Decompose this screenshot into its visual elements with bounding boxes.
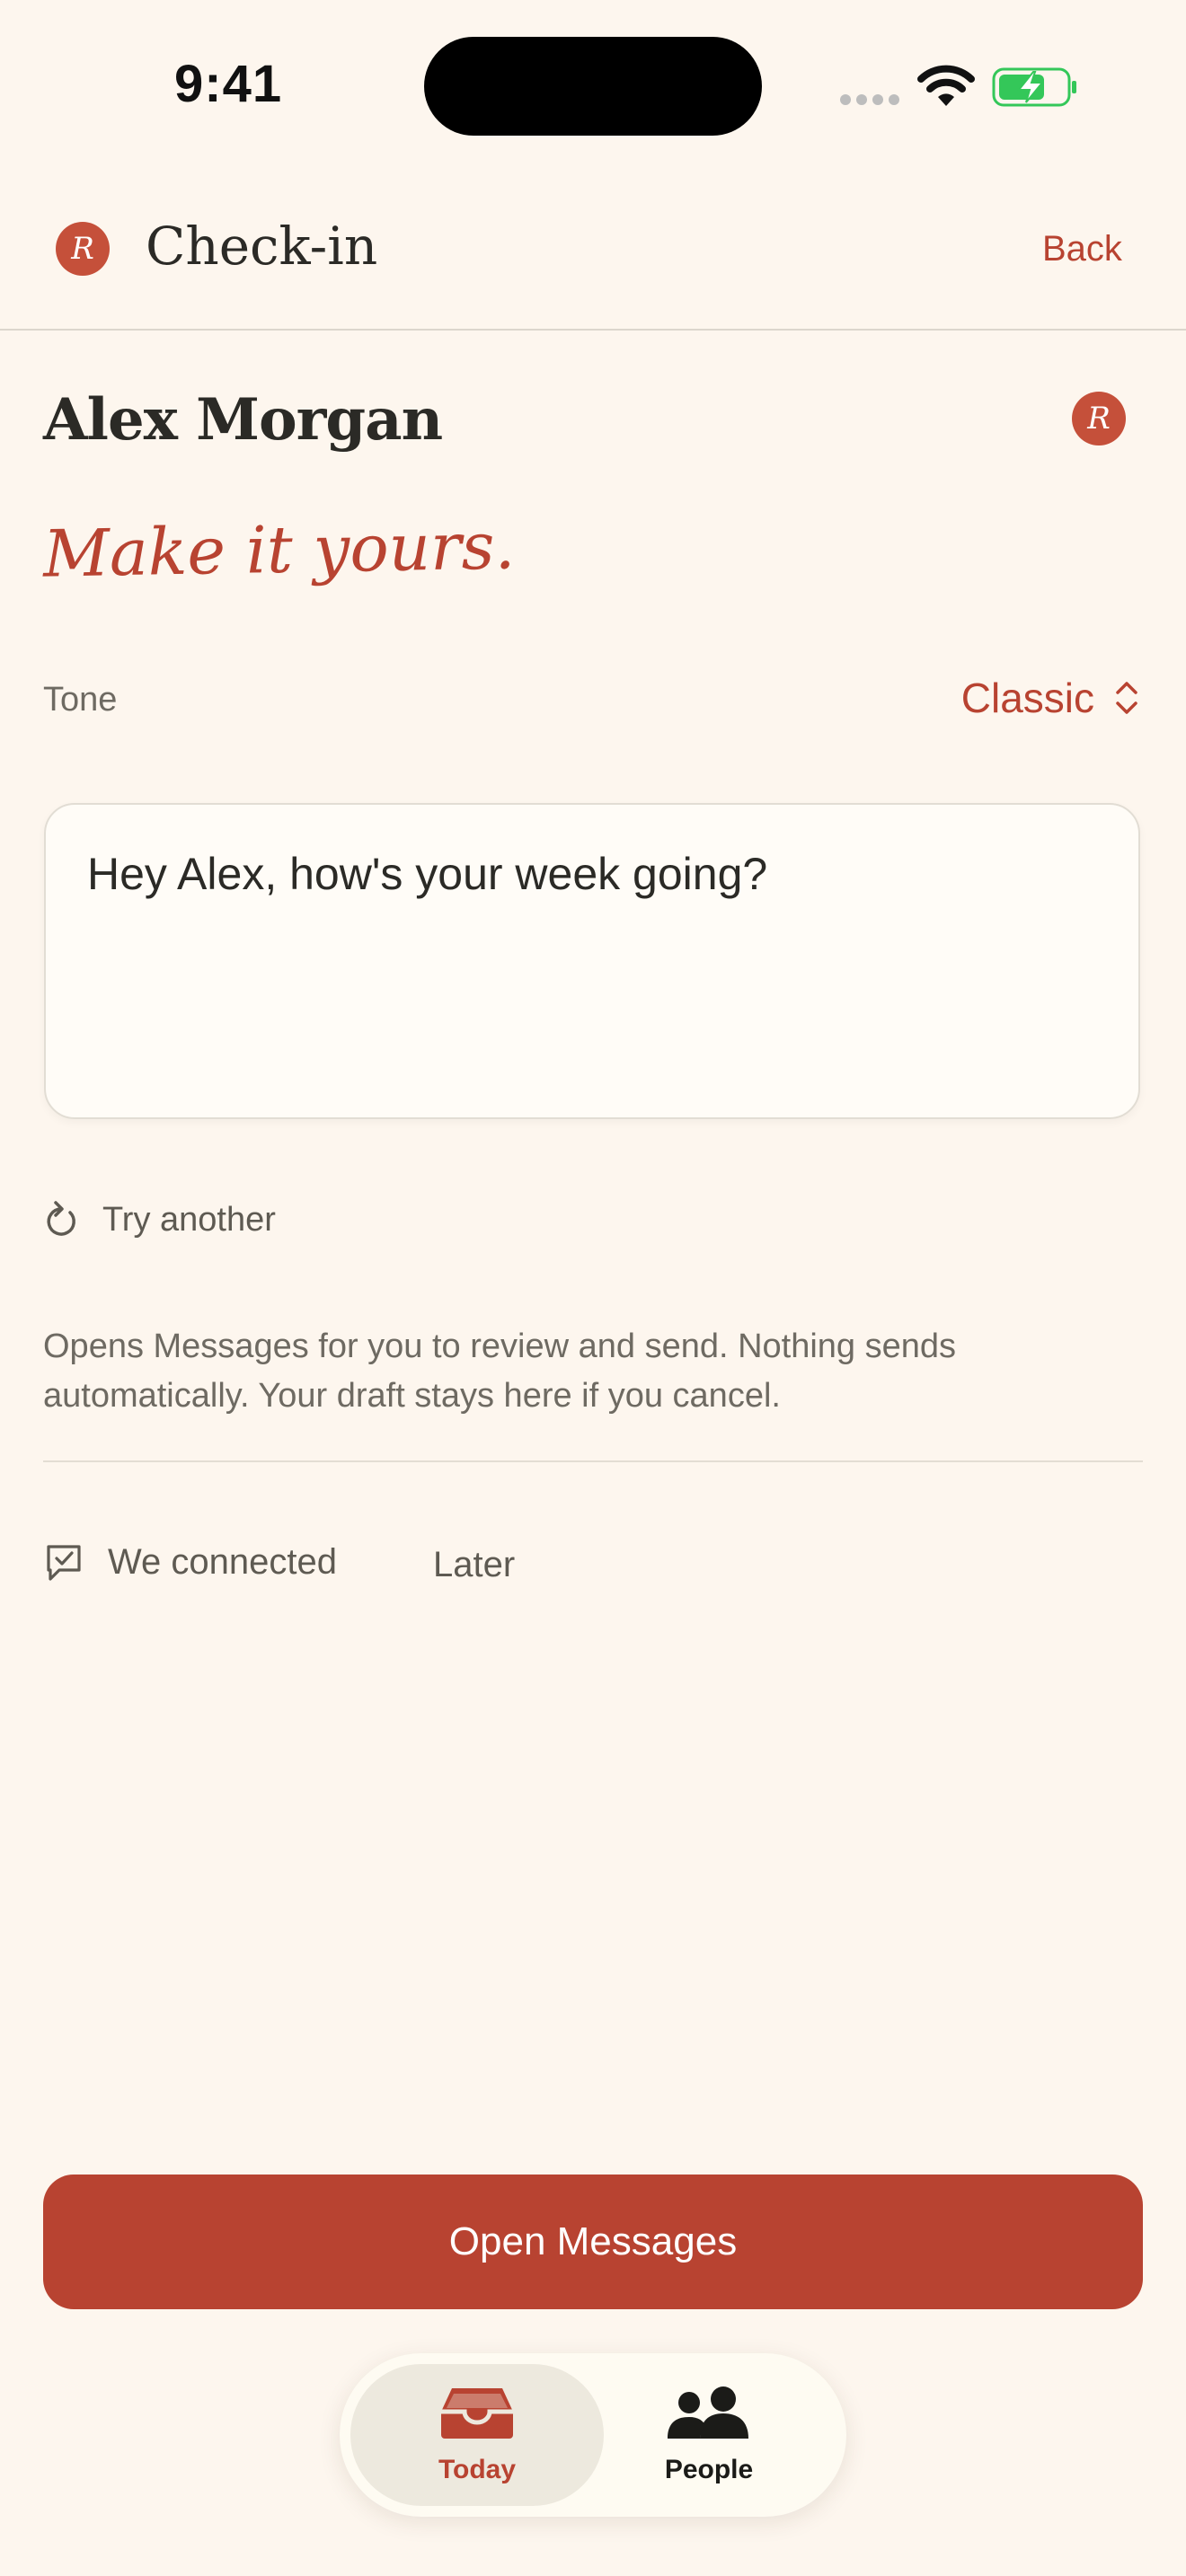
tab-bar: Today People [340, 2353, 846, 2517]
content-divider [43, 1460, 1143, 1462]
dynamic-island [424, 37, 762, 136]
contact-badge-letter: R [1087, 401, 1111, 437]
try-another-button[interactable]: Try another [43, 1200, 276, 1239]
later-button[interactable]: Later [433, 1545, 515, 1585]
message-draft-input[interactable]: Hey Alex, how's your week going? [44, 803, 1140, 1119]
app-logo: R [56, 222, 110, 276]
tab-people-label: People [664, 2455, 754, 2484]
tray-icon [441, 2388, 513, 2439]
tone-label: Tone [43, 681, 118, 719]
open-messages-button[interactable]: Open Messages [43, 2175, 1143, 2309]
message-check-icon [47, 1545, 81, 1581]
chevron-up-down-icon [1116, 682, 1137, 714]
back-button[interactable]: Back [1042, 229, 1122, 269]
contact-name: Alex Morgan [43, 386, 443, 454]
we-connected-label: We connected [108, 1541, 337, 1582]
tagline: Make it yours. [42, 507, 516, 592]
tab-today-label: Today [438, 2455, 517, 2484]
try-another-label: Try another [102, 1200, 276, 1239]
we-connected-button[interactable]: We connected [43, 1541, 337, 1583]
tone-value: Classic [960, 675, 1094, 721]
battery-icon [992, 67, 1076, 107]
header-divider [0, 329, 1186, 331]
refresh-icon [47, 1201, 75, 1236]
page-title: Check-in [146, 216, 378, 277]
contact-badge: R [1072, 392, 1126, 446]
tab-people[interactable]: People [582, 2364, 836, 2506]
tone-selector[interactable]: Classic [961, 674, 1139, 722]
info-text: Opens Messages for you to review and sen… [43, 1328, 957, 1415]
wifi-icon [917, 65, 975, 106]
cellular-signal-icon [840, 93, 905, 110]
people-icon [668, 2386, 748, 2439]
status-time: 9:41 [174, 55, 283, 113]
app-logo-letter: R [71, 231, 94, 267]
open-messages-label: Open Messages [448, 2219, 738, 2263]
tab-today[interactable]: Today [350, 2364, 604, 2506]
